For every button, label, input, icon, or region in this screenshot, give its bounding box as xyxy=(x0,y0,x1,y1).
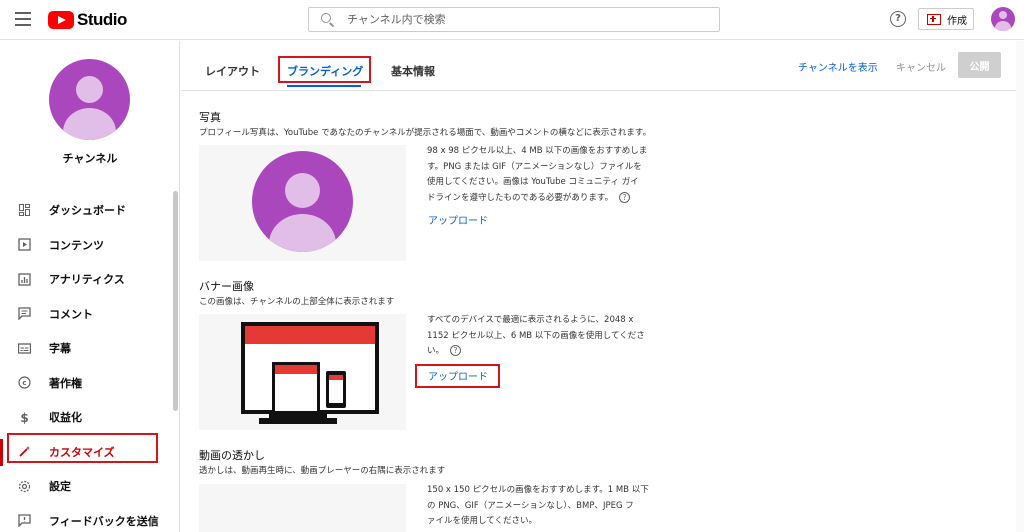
photo-info-line: 98 x 98 ピクセル以上、4 MB 以下の画像をおすすめしま xyxy=(427,146,648,156)
photo-info: 98 x 98 ピクセル以上、4 MB 以下の画像をおすすめしま す。PNG ま… xyxy=(427,144,677,206)
sidebar-item-content[interactable]: コンテンツ xyxy=(0,228,172,263)
photo-title: 写真 xyxy=(199,111,221,124)
sidebar-item-label: アナリティクス xyxy=(49,273,125,287)
channel-avatar[interactable] xyxy=(49,59,130,140)
banner-preview xyxy=(199,314,406,430)
dashboard-icon xyxy=(18,204,31,217)
photo-info-line: す。PNG または GIF（アニメーションなし）ファイルを xyxy=(427,161,642,172)
devices-illustration xyxy=(241,322,379,424)
help-icon[interactable]: ? xyxy=(890,11,906,27)
sidebar-item-label: カスタマイズ xyxy=(49,445,115,459)
top-bar: Studio ? 作成 xyxy=(0,0,1024,40)
banner-description: この画像は、チャンネルの上部全体に表示されます xyxy=(199,297,395,307)
banner-info-line: い。 xyxy=(427,346,445,356)
page-scrollbar[interactable] xyxy=(1016,41,1024,532)
sidebar-item-subtitles[interactable]: 字幕 xyxy=(0,331,172,366)
sidebar: チャンネル ダッシュボード コンテンツ アナリティクス コメント 字幕 c 著作… xyxy=(0,41,180,532)
menu-icon[interactable] xyxy=(15,12,31,26)
sidebar-item-label: ダッシュボード xyxy=(49,204,126,218)
youtube-studio-logo[interactable]: Studio xyxy=(48,10,127,30)
cancel-button[interactable]: キャンセル xyxy=(896,59,946,74)
search-icon[interactable] xyxy=(321,12,335,27)
settings-icon xyxy=(18,480,31,493)
watermark-info-line: ァイルを使用してください。 xyxy=(427,516,537,526)
publish-button[interactable]: 公開 xyxy=(958,52,1001,78)
svg-text:c: c xyxy=(22,379,26,387)
view-channel-link[interactable]: チャンネルを表示 xyxy=(798,59,878,74)
sidebar-item-label: コンテンツ xyxy=(49,238,104,252)
banner-info-line: 1152 ピクセル以上、6 MB 以下の画像を使用してくださ xyxy=(427,330,645,341)
sidebar-item-label: 収益化 xyxy=(49,411,82,425)
watermark-info-line: 150 x 150 ピクセルの画像をおすすめします。1 MB 以下 xyxy=(427,485,649,495)
sidebar-item-label: 設定 xyxy=(49,480,71,494)
sidebar-item-label: フィードバックを送信 xyxy=(49,514,159,528)
banner-info: すべてのデバイスで最適に表示されるように、2048 x 1152 ピクセル以上、… xyxy=(427,313,677,360)
photo-info-line: 使用してください。画像は YouTube コミュニティ ガイ xyxy=(427,177,639,187)
account-avatar[interactable] xyxy=(991,7,1015,31)
watermark-description: 透かしは、動画再生時に、動画プレーヤーの右隅に表示されます xyxy=(199,466,446,476)
analytics-icon xyxy=(18,273,31,286)
svg-text:$: $ xyxy=(20,411,28,424)
copyright-icon: c xyxy=(18,376,31,389)
help-icon[interactable]: ? xyxy=(619,191,631,203)
content-icon xyxy=(18,238,31,251)
subtitles-icon xyxy=(18,342,31,355)
sidebar-item-comments[interactable]: コメント xyxy=(0,297,172,332)
main-content: レイアウト ブランディング 基本情報 チャンネルを表示 キャンセル 公開 写真 … xyxy=(181,41,1024,532)
search-bar xyxy=(308,7,720,32)
sidebar-item-label: コメント xyxy=(49,307,93,321)
sidebar-item-label: 著作権 xyxy=(49,376,82,390)
tab-layout[interactable]: レイアウト xyxy=(205,63,260,79)
sidebar-nav: ダッシュボード コンテンツ アナリティクス コメント 字幕 c 著作権 $ 収益… xyxy=(0,193,172,532)
create-label: 作成 xyxy=(947,15,967,27)
sidebar-item-settings[interactable]: 設定 xyxy=(0,469,172,504)
comments-icon xyxy=(18,307,31,321)
watermark-info-line: の PNG、GIF（アニメーションなし）、BMP、JPEG フ xyxy=(427,500,634,511)
channel-name: チャンネル xyxy=(62,152,118,165)
banner-upload-button[interactable]: アップロード xyxy=(428,368,488,383)
watermark-title: 動画の透かし xyxy=(199,449,265,462)
monetization-icon: $ xyxy=(18,411,31,424)
feedback-icon xyxy=(18,514,31,528)
sidebar-item-feedback[interactable]: フィードバックを送信 xyxy=(0,504,172,532)
sidebar-item-copyright[interactable]: c 著作権 xyxy=(0,366,172,401)
sidebar-item-label: 字幕 xyxy=(49,342,71,356)
sidebar-scrollbar[interactable] xyxy=(173,191,178,411)
youtube-play-icon xyxy=(48,11,74,29)
active-tab-indicator xyxy=(287,85,361,87)
sidebar-item-monetization[interactable]: $ 収益化 xyxy=(0,400,172,435)
tab-branding[interactable]: ブランディング xyxy=(287,63,363,79)
banner-title: バナー画像 xyxy=(199,280,254,293)
tab-basic-info[interactable]: 基本情報 xyxy=(391,63,435,79)
logo-text: Studio xyxy=(77,10,127,29)
tab-bar: レイアウト ブランディング 基本情報 チャンネルを表示 キャンセル 公開 xyxy=(181,41,1024,91)
sidebar-item-customize[interactable]: カスタマイズ xyxy=(0,435,172,470)
photo-info-line: ドラインを遵守したものである必要があります。 xyxy=(427,192,614,203)
photo-description: プロフィール写真は、YouTube であなたのチャンネルが提示される場面で、動画… xyxy=(199,128,652,138)
customize-icon xyxy=(18,445,31,458)
watermark-info: 150 x 150 ピクセルの画像をおすすめします。1 MB 以下 の PNG、… xyxy=(427,483,677,530)
sidebar-item-dashboard[interactable]: ダッシュボード xyxy=(0,193,172,228)
create-video-icon xyxy=(927,13,941,25)
banner-info-line: すべてのデバイスで最適に表示されるように、2048 x xyxy=(427,315,634,325)
create-button[interactable]: 作成 xyxy=(918,8,974,30)
profile-photo xyxy=(252,151,353,252)
sidebar-item-analytics[interactable]: アナリティクス xyxy=(0,262,172,297)
photo-upload-button[interactable]: アップロード xyxy=(428,212,488,227)
help-icon[interactable]: ? xyxy=(450,345,462,356)
search-input[interactable] xyxy=(347,13,707,26)
watermark-preview xyxy=(199,484,406,532)
